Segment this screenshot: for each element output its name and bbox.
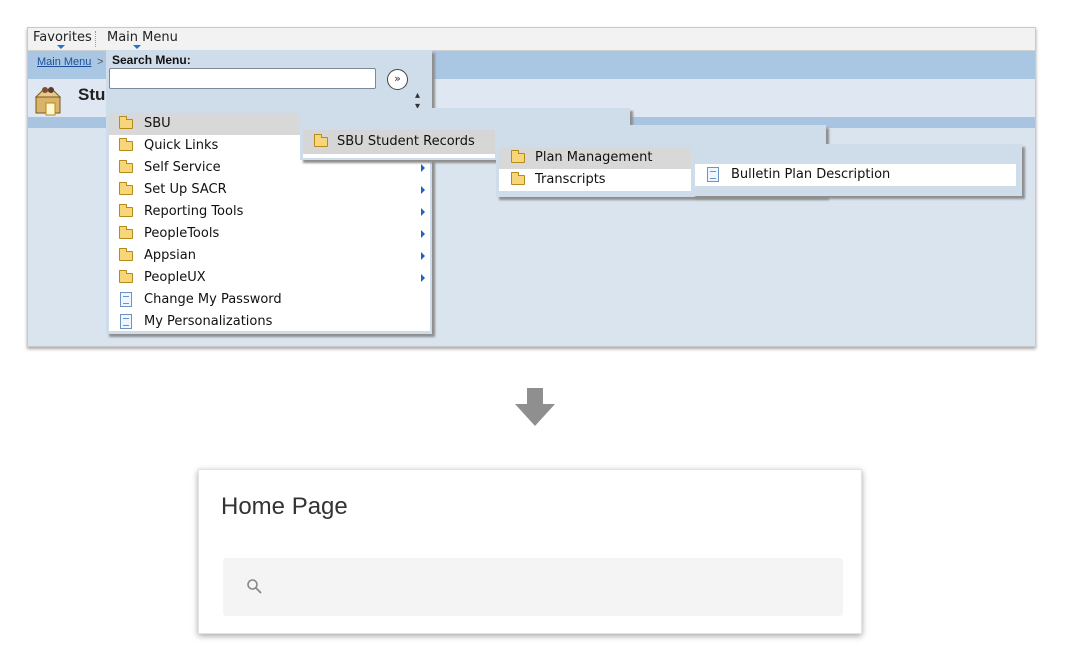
document-icon bbox=[120, 292, 132, 307]
folder-icon bbox=[119, 270, 133, 283]
home-page-title: Home Page bbox=[221, 493, 348, 520]
folder-icon bbox=[119, 116, 133, 129]
folder-icon bbox=[314, 134, 328, 147]
menu-item-sbu-student-records[interactable]: SBU Student Records bbox=[303, 130, 495, 154]
breadcrumb-separator: > bbox=[97, 56, 104, 68]
favorites-menu[interactable]: Favorites bbox=[33, 30, 92, 45]
submenu-plan-management: Bulletin Plan Description bbox=[692, 144, 1022, 196]
menu-item-label: Reporting Tools bbox=[144, 204, 244, 219]
down-arrow-icon bbox=[515, 388, 555, 426]
menu-item-label: Change My Password bbox=[144, 292, 282, 307]
menu-item-label: Set Up SACR bbox=[144, 182, 227, 197]
menu-item-label: Quick Links bbox=[144, 138, 219, 153]
favorites-bar bbox=[28, 28, 1035, 51]
main-menu-dropdown: Search Menu: » ▴ ▾ SBU Quick Links Self S… bbox=[106, 50, 432, 334]
folder-icon bbox=[119, 204, 133, 217]
menu-item-label: PeopleTools bbox=[144, 226, 220, 241]
menu-item-label: Bulletin Plan Description bbox=[731, 167, 891, 182]
page-title: Stu bbox=[78, 85, 106, 104]
menu-item-label: My Personalizations bbox=[144, 314, 273, 329]
submenu-fill bbox=[303, 154, 495, 158]
home-page-card: Home Page bbox=[198, 469, 862, 634]
menu-item-my-personalizations[interactable]: My Personalizations bbox=[109, 311, 430, 333]
home-search-box[interactable] bbox=[223, 558, 843, 616]
menu-item-peopletools[interactable]: PeopleTools bbox=[109, 223, 430, 245]
menu-item-bulletin-plan-description[interactable]: Bulletin Plan Description bbox=[695, 164, 1016, 186]
main-menu-button[interactable]: Main Menu bbox=[107, 30, 178, 45]
submenu-arrow-icon bbox=[421, 274, 425, 282]
menu-item-appsian[interactable]: Appsian bbox=[109, 245, 430, 267]
favorites-caret-icon bbox=[57, 45, 65, 49]
peoplesoft-window: Favorites Main Menu Main Menu > Stu Sear… bbox=[27, 27, 1036, 347]
folder-icon bbox=[119, 248, 133, 261]
menu-item-label: Self Service bbox=[144, 160, 221, 175]
search-menu-input[interactable] bbox=[109, 68, 376, 89]
menu-item-label: Appsian bbox=[144, 248, 196, 263]
menu-item-label: SBU bbox=[144, 116, 171, 131]
search-menu-label: Search Menu: bbox=[112, 53, 191, 67]
submenu-arrow-icon bbox=[421, 230, 425, 238]
folder-icon bbox=[119, 226, 133, 239]
breadcrumb-main-menu-link[interactable]: Main Menu bbox=[37, 56, 91, 68]
menu-item-reporting-tools[interactable]: Reporting Tools bbox=[109, 201, 430, 223]
menu-item-label: Plan Management bbox=[535, 150, 653, 165]
folder-icon bbox=[119, 138, 133, 151]
double-chevron-right-icon[interactable]: » bbox=[387, 69, 408, 90]
submenu-arrow-icon bbox=[421, 208, 425, 216]
document-icon bbox=[120, 314, 132, 329]
folder-icon bbox=[119, 160, 133, 173]
menu-item-transcripts[interactable]: Transcripts bbox=[499, 169, 691, 191]
menu-item-label: PeopleUX bbox=[144, 270, 206, 285]
magnifier-icon bbox=[247, 579, 262, 594]
menu-item-self-service[interactable]: Self Service bbox=[109, 157, 430, 179]
folder-icon bbox=[511, 172, 525, 185]
submenu-arrow-icon bbox=[421, 186, 425, 194]
menu-item-change-my-password[interactable]: Change My Password bbox=[109, 289, 430, 311]
folder-icon bbox=[119, 182, 133, 195]
menu-item-plan-management[interactable]: Plan Management bbox=[499, 147, 691, 169]
submenu-arrow-icon bbox=[421, 252, 425, 260]
student-folder-icon bbox=[34, 87, 62, 116]
menu-item-label: Transcripts bbox=[535, 172, 606, 187]
document-icon bbox=[707, 167, 719, 182]
main-menu-caret-icon bbox=[133, 45, 141, 49]
submenu-arrow-icon bbox=[421, 164, 425, 172]
menu-item-set-up-sacr[interactable]: Set Up SACR bbox=[109, 179, 430, 201]
menu-separator bbox=[95, 31, 97, 47]
folder-icon bbox=[511, 150, 525, 163]
menu-item-peopleux[interactable]: PeopleUX bbox=[109, 267, 430, 289]
menu-item-label: SBU Student Records bbox=[337, 134, 475, 149]
